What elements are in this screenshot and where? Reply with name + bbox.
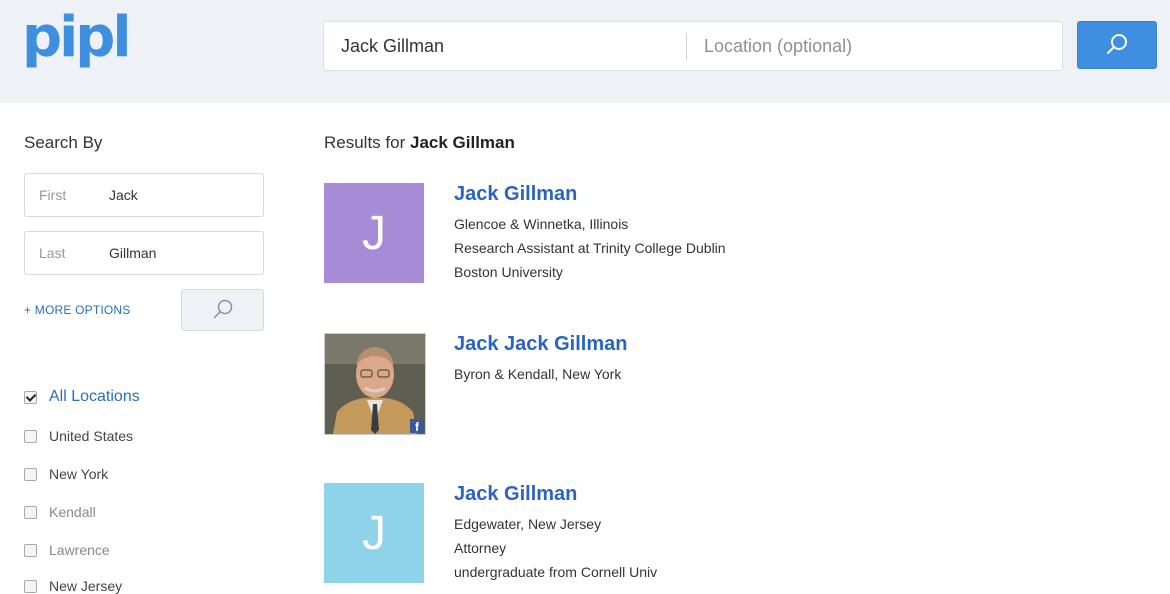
location-label: United States — [49, 428, 134, 444]
result-location: Glencoe & Winnetka, Illinois — [454, 216, 629, 232]
first-name-label: First — [39, 187, 67, 203]
result-education: Boston University — [454, 264, 563, 280]
results-prefix: Results for — [324, 133, 410, 152]
search-icon — [213, 299, 232, 319]
location-label: Kendall — [49, 504, 96, 520]
last-name-label: Last — [39, 245, 66, 261]
result-job: Research Assistant at Trinity College Du… — [454, 240, 726, 256]
location-filter-united-states[interactable]: United States — [24, 428, 133, 444]
more-options-link[interactable]: + MORE OPTIONS — [24, 303, 130, 317]
location-label: Lawrence — [49, 542, 110, 558]
result-location: Byron & Kendall, New York — [454, 366, 622, 382]
avatar-photo[interactable]: f — [324, 333, 426, 435]
last-name-field[interactable]: Last — [24, 231, 264, 275]
location-filter-all[interactable]: All Locations — [24, 388, 140, 406]
avatar[interactable]: J — [324, 483, 424, 583]
result-education: undergraduate from Cornell Univ — [454, 564, 658, 580]
first-name-input[interactable] — [107, 174, 257, 216]
first-name-field[interactable]: First — [24, 173, 264, 217]
avatar-letter: J — [362, 206, 386, 260]
result-name-link[interactable]: Jack Jack Gillman — [454, 333, 627, 356]
sidebar-search-button[interactable] — [181, 289, 264, 331]
location-filter-new-york[interactable]: New York — [24, 466, 108, 482]
search-button[interactable] — [1077, 21, 1157, 69]
result-name-link[interactable]: Jack Gillman — [454, 183, 577, 206]
result-card: J Jack Gillman Edgewater, New Jersey Att… — [324, 483, 1084, 585]
checkbox[interactable] — [24, 579, 37, 593]
search-location-input[interactable] — [702, 22, 1042, 70]
checkbox-checked[interactable] — [24, 390, 37, 404]
location-label: New York — [49, 466, 109, 482]
checkbox[interactable] — [24, 543, 37, 557]
results-heading: Results for Jack Gillman — [324, 133, 515, 153]
search-divider — [686, 33, 687, 60]
header-bar: pipl — [0, 0, 1170, 103]
location-filter-kendall[interactable]: Kendall — [24, 504, 96, 520]
pipl-logo[interactable]: pipl — [22, 10, 132, 66]
search-name-input[interactable] — [339, 22, 684, 70]
search-icon — [1107, 34, 1127, 54]
facebook-icon: f — [410, 419, 424, 433]
result-card: f Jack Jack Gillman Byron & Kendall, New… — [324, 333, 1084, 435]
checkbox[interactable] — [24, 429, 37, 443]
location-label: All Locations — [49, 388, 140, 405]
avatar[interactable]: J — [324, 183, 424, 283]
checkbox[interactable] — [24, 467, 37, 481]
result-card: J Jack Gillman Glencoe & Winnetka, Illin… — [324, 183, 1084, 285]
checkbox[interactable] — [24, 505, 37, 519]
last-name-input[interactable] — [107, 232, 257, 274]
result-job: Attorney — [454, 540, 507, 556]
search-box — [323, 21, 1063, 71]
location-filter-lawrence[interactable]: Lawrence — [24, 542, 110, 558]
result-location: Edgewater, New Jersey — [454, 516, 602, 532]
result-name-link[interactable]: Jack Gillman — [454, 483, 577, 506]
results-query: Jack Gillman — [409, 133, 515, 152]
search-by-title: Search By — [24, 133, 103, 152]
avatar-letter: J — [362, 506, 386, 560]
